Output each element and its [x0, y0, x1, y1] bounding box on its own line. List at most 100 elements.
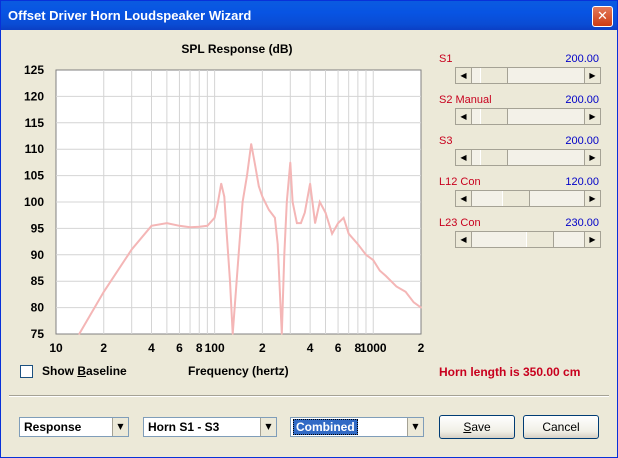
data-point [331, 232, 333, 235]
chevron-down-icon[interactable]: ▼ [407, 418, 423, 436]
scroll-right-icon[interactable]: ▶ [584, 232, 600, 247]
x-tick-label: 6 [335, 341, 342, 355]
chart-title: SPL Response (dB) [181, 42, 293, 56]
scroll-left-icon[interactable]: ◀ [456, 109, 472, 124]
param-l12-label: L12 Con [439, 176, 481, 188]
scroll-left-icon[interactable]: ◀ [456, 191, 472, 206]
y-tick-label: 85 [31, 274, 45, 288]
data-point [237, 264, 239, 267]
checkbox-box[interactable] [20, 365, 33, 378]
data-point [347, 232, 350, 235]
y-tick-label: 105 [24, 169, 44, 183]
data-point [372, 259, 375, 261]
y-tick-label: 115 [25, 116, 45, 130]
scroll-left-icon[interactable]: ◀ [456, 232, 472, 247]
data-point [300, 222, 302, 224]
param-s1-label: S1 [439, 53, 453, 65]
data-point [337, 222, 339, 224]
data-point [198, 226, 201, 228]
horn-segment-value: Horn S1 - S3 [148, 420, 220, 434]
view-combo-value: Response [24, 420, 82, 434]
data-point [268, 209, 270, 211]
data-point [274, 217, 276, 219]
x-tick-label: 100 [205, 341, 225, 355]
data-point [225, 222, 227, 224]
data-point [241, 201, 244, 203]
slider-thumb[interactable] [501, 191, 530, 206]
param-l23-label: L23 Con [439, 217, 481, 229]
window-title: Offset Driver Horn Loudspeaker Wizard [8, 8, 252, 23]
show-baseline-label[interactable]: Show Baseline [42, 364, 127, 378]
title-bar[interactable]: Offset Driver Horn Loudspeaker Wizard ✕ [1, 1, 617, 30]
slider-thumb[interactable] [479, 68, 508, 83]
scroll-left-icon[interactable]: ◀ [456, 68, 472, 83]
param-l12-slider[interactable]: ◀ ▶ [455, 190, 601, 207]
chevron-down-icon[interactable]: ▼ [112, 418, 128, 436]
slider-thumb[interactable] [479, 109, 508, 124]
x-tick-label: 2 [100, 341, 107, 355]
param-l12-value: 120.00 [565, 176, 599, 188]
view-combo[interactable]: Response ▼ [19, 417, 129, 437]
horn-segment-combo[interactable]: Horn S1 - S3 ▼ [143, 417, 277, 437]
chevron-down-icon[interactable]: ▼ [260, 418, 276, 436]
data-point [412, 301, 415, 304]
y-tick-label: 120 [24, 89, 44, 103]
wizard-window: Offset Driver Horn Loudspeaker Wizard ✕ … [0, 0, 618, 458]
scroll-right-icon[interactable]: ▶ [584, 150, 600, 165]
data-point [365, 254, 367, 256]
scroll-left-icon[interactable]: ◀ [456, 150, 472, 165]
data-point [246, 174, 248, 177]
data-point [285, 201, 288, 203]
data-point [166, 222, 168, 224]
data-point [150, 224, 153, 227]
x-tick-label: 8 [196, 341, 203, 355]
data-point [385, 275, 387, 277]
data-point [296, 222, 298, 224]
mode-combo[interactable]: Combined ▼ [290, 417, 424, 437]
x-tick-label: 6 [176, 341, 183, 355]
scroll-right-icon[interactable]: ▶ [584, 109, 600, 124]
horn-length-text: Horn length is 350.00 cm [439, 365, 581, 379]
param-s2-label: S2 Manual [439, 94, 492, 106]
save-button[interactable]: Save [439, 415, 515, 439]
data-point [379, 269, 381, 272]
param-s2-slider[interactable]: ◀ ▶ [455, 108, 601, 125]
param-l23-slider[interactable]: ◀ ▶ [455, 231, 601, 248]
y-tick-label: 75 [31, 327, 45, 341]
data-point [404, 290, 407, 293]
data-point [78, 333, 80, 335]
x-tick-label: 2 [418, 341, 425, 355]
label-part: aseline [86, 364, 127, 378]
param-s3-label: S3 [439, 135, 453, 147]
mode-combo-value: Combined [293, 419, 358, 435]
data-point [213, 217, 216, 219]
y-tick-label: 80 [31, 301, 45, 315]
y-tick-label: 90 [31, 248, 45, 262]
x-tick-label: 2 [259, 341, 266, 355]
data-point [318, 201, 321, 203]
close-button[interactable]: ✕ [592, 6, 613, 27]
param-l23-value: 230.00 [565, 217, 599, 229]
scroll-right-icon[interactable]: ▶ [584, 191, 600, 206]
x-axis-label: Frequency (hertz) [188, 364, 289, 378]
data-point [206, 224, 209, 227]
data-point [178, 224, 181, 227]
cancel-button[interactable]: Cancel [523, 415, 599, 439]
data-point [420, 306, 422, 309]
param-s1-slider[interactable]: ◀ ▶ [455, 67, 601, 84]
param-s3-slider[interactable]: ◀ ▶ [455, 149, 601, 166]
data-point [357, 243, 359, 246]
data-point [223, 195, 226, 198]
scroll-right-icon[interactable]: ▶ [584, 68, 600, 83]
slider-thumb[interactable] [479, 150, 508, 165]
data-point [314, 222, 316, 224]
label-accesskey: B [77, 364, 87, 378]
slider-thumb[interactable] [526, 232, 555, 247]
y-tick-label: 100 [24, 195, 44, 209]
save-label: ave [471, 420, 491, 434]
data-point [189, 226, 191, 229]
data-point [102, 290, 105, 293]
data-point [324, 211, 327, 214]
data-point [283, 254, 286, 256]
label-part: Show [42, 364, 78, 378]
